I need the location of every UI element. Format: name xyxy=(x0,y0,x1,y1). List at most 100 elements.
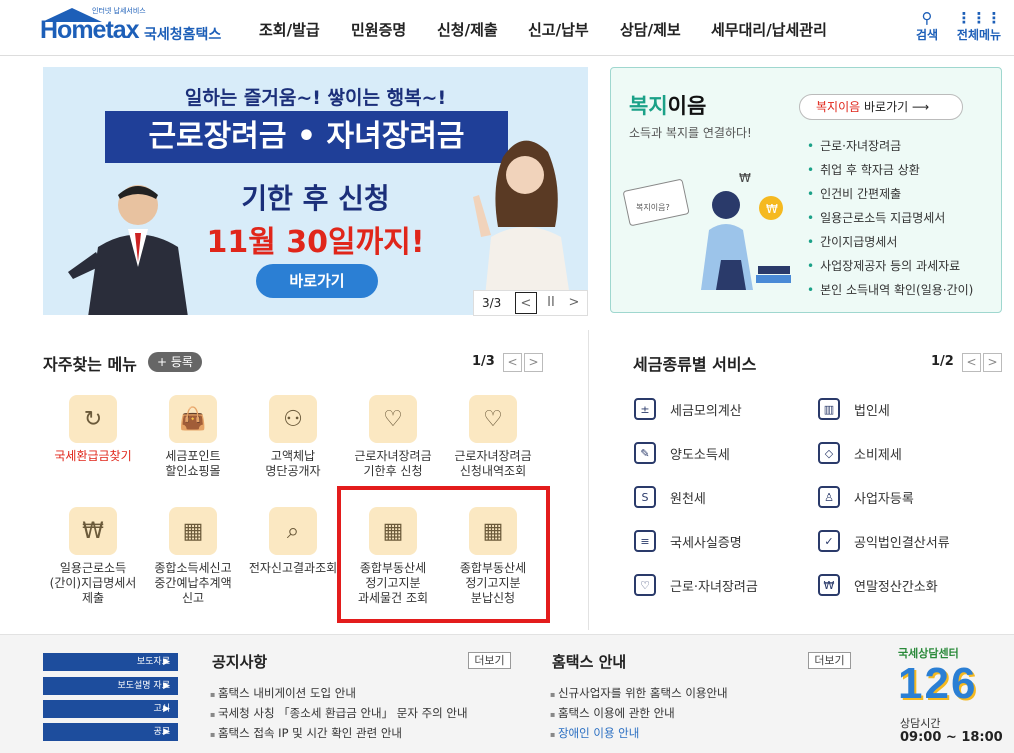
frequent-prev-button[interactable]: < xyxy=(503,353,522,372)
search-doc-icon: ⌕ xyxy=(269,507,317,555)
search-icon: ⚲ xyxy=(921,9,933,27)
tax-next-button[interactable]: > xyxy=(983,353,1002,372)
nav-civil-certificates[interactable]: 민원증명 xyxy=(351,19,406,40)
welfare-item[interactable]: 취업 후 학자금 상환 xyxy=(807,158,973,182)
arrow-right-icon: ▶ xyxy=(163,681,170,691)
tax-calc-link[interactable]: ± 세금모의계산 xyxy=(634,397,758,421)
guide-more-button[interactable]: 더보기 xyxy=(808,652,851,669)
menu-refund-search[interactable]: ↻ 국세환급금찾기 xyxy=(43,395,143,464)
welfare-item[interactable]: 본인 소득내역 확인(일용·간이) xyxy=(807,278,973,302)
menu-delinquent-list[interactable]: ⚇ 고액체납 명단공개자 xyxy=(243,395,343,479)
search-button[interactable]: ⚲ 검색 xyxy=(902,10,952,43)
center-number: 126 xyxy=(898,659,978,708)
building-icon: ▥ xyxy=(818,398,840,420)
press-explanation-link[interactable]: 보도설명 자료 ▶ xyxy=(43,677,178,695)
banner-pause-button[interactable]: II xyxy=(540,292,562,314)
logo-wordmark: Hometax xyxy=(40,16,140,44)
tax-certificate-link[interactable]: ≡ 국세사실증명 xyxy=(634,529,758,553)
calculator-icon: ± xyxy=(634,398,656,420)
notice-title: 공지사항 xyxy=(212,653,268,671)
woman-model-image xyxy=(473,140,573,315)
heart-hand-icon: ♡ xyxy=(469,395,517,443)
welfare-go-button[interactable]: 복지이음 바로가기 ⟶ xyxy=(799,94,963,120)
nav-tax-agent[interactable]: 세무대리/납세관리 xyxy=(711,19,827,40)
salary-doc-icon: S xyxy=(634,486,656,508)
notice-item[interactable]: 홈택스 접속 IP 및 시간 확인 관련 안내 xyxy=(210,723,468,743)
notice-list: 홈택스 내비게이션 도입 안내 국세청 사칭 「종소세 환급금 안내」 문자 주… xyxy=(210,683,468,743)
welfare-item[interactable]: 간이지급명세서 xyxy=(807,230,973,254)
menu-tax-point-mall[interactable]: 👜 세금포인트 할인쇼핑몰 xyxy=(143,395,243,479)
welfare-item[interactable]: 인건비 간편제출 xyxy=(807,182,973,206)
banner-go-button[interactable]: 바로가기 xyxy=(256,264,378,298)
main-banner[interactable]: 일하는 즐거움~! 쌓이는 행복~! 근로장려금 • 자녀장려금 기한 후 신청… xyxy=(43,67,588,315)
year-end-settlement-link[interactable]: ₩ 연말정산간소화 xyxy=(818,573,950,597)
calendar-icon: ▦ xyxy=(169,507,217,555)
nav-report-pay[interactable]: 신고/납부 xyxy=(528,19,589,40)
tax-prev-button[interactable]: < xyxy=(962,353,981,372)
nav-lookup[interactable]: 조회/발급 xyxy=(259,19,320,40)
svg-text:복지이음?: 복지이음? xyxy=(636,202,670,212)
svg-text:₩: ₩ xyxy=(766,202,778,216)
won-chat-icon: ₩ xyxy=(818,574,840,596)
all-menu-button[interactable]: ⋮⋮⋮ 전체메뉴 xyxy=(954,10,1004,43)
person-icon: ♙ xyxy=(818,486,840,508)
business-registration-link[interactable]: ♙ 사업자등록 xyxy=(818,485,950,509)
welfare-panel: 복지이음 소득과 복지를 연결하다! 복지이음 바로가기 ⟶ 복지이음? ₩ ₩… xyxy=(610,67,1002,313)
notice-more-button[interactable]: 더보기 xyxy=(468,652,511,669)
nav-apply-submit[interactable]: 신청/제출 xyxy=(437,19,498,40)
arrow-right-icon: ▶ xyxy=(163,704,170,714)
corporate-tax-link[interactable]: ▥ 법인세 xyxy=(818,397,950,421)
frequent-next-button[interactable]: > xyxy=(524,353,543,372)
welfare-title: 복지이음 xyxy=(629,94,707,118)
document-icon: ≡ xyxy=(634,530,656,552)
money-hand-icon: ₩ xyxy=(69,507,117,555)
welfare-item[interactable]: 일용근로소득 지급명세서 xyxy=(807,206,973,230)
shopping-bag-icon: 👜 xyxy=(169,395,217,443)
welfare-illustration: 복지이음? ₩ ₩ xyxy=(623,171,791,290)
tax-service-left-list: ± 세금모의계산 ✎ 양도소득세 S 원천세 ≡ 국세사실증명 ♡ 근로·자녀장려금 xyxy=(634,397,758,597)
announcement-link[interactable]: 공고 ▶ xyxy=(43,723,178,741)
people-search-icon: ⚇ xyxy=(269,395,317,443)
document-pen-icon: ✎ xyxy=(634,442,656,464)
man-model-image xyxy=(68,185,188,315)
menu-incentive-history[interactable]: ♡ 근로자녀장려금 신청내역조회 xyxy=(443,395,543,479)
guide-item[interactable]: 홈택스 이용에 관한 안내 xyxy=(550,703,728,723)
welfare-item[interactable]: 근로·자녀장려금 xyxy=(807,134,973,158)
arrow-right-icon: ▶ xyxy=(163,727,170,737)
capital-gains-tax-link[interactable]: ✎ 양도소득세 xyxy=(634,441,758,465)
tax-service-right-list: ▥ 법인세 ◇ 소비제세 ♙ 사업자등록 ✓ 공익법인결산서류 ₩ 연말정산간소화 xyxy=(818,397,950,597)
guide-item[interactable]: 장애인 이용 안내 xyxy=(550,723,728,743)
tax-page-indicator: 1/2 xyxy=(931,354,954,369)
incentive-link[interactable]: ♡ 근로·자녀장려금 xyxy=(634,573,758,597)
search-label: 검색 xyxy=(915,28,939,42)
svg-text:₩: ₩ xyxy=(739,171,751,185)
banner-next-button[interactable]: > xyxy=(563,292,585,314)
welfare-item[interactable]: 사업장제공자 등의 과세자료 xyxy=(807,254,973,278)
consumption-tax-link[interactable]: ◇ 소비제세 xyxy=(818,441,950,465)
menu-income-tax-interim[interactable]: ▦ 종합소득세신고 중간예납추계액 신고 xyxy=(143,507,243,606)
menu-daily-worker-statement[interactable]: ₩ 일용근로소득 (간이)지급명세서 제출 xyxy=(43,507,143,606)
all-menu-label: 전체메뉴 xyxy=(956,28,1002,42)
banner-page-indicator: 3/3 xyxy=(482,296,502,310)
nav-consult-report[interactable]: 상담/제보 xyxy=(620,19,681,40)
register-button[interactable]: + 등록 xyxy=(148,352,202,372)
withholding-tax-link[interactable]: S 원천세 xyxy=(634,485,758,509)
grid-menu-icon: ⋮⋮⋮ xyxy=(956,9,1002,27)
frequent-page-indicator: 1/3 xyxy=(472,354,495,369)
press-release-link[interactable]: 보도자료 ▶ xyxy=(43,653,178,671)
guide-item[interactable]: 신규사업자를 위한 홈택스 이용안내 xyxy=(550,683,728,703)
hours-label: 상담시간 xyxy=(900,717,941,730)
notice-item[interactable]: 국세청 사칭 「종소세 환급금 안내」 문자 주의 안내 xyxy=(210,703,468,723)
refund-icon: ↻ xyxy=(69,395,117,443)
banner-prev-button[interactable]: < xyxy=(515,292,537,314)
highlight-box xyxy=(337,486,550,623)
consult-center: 국세상담센터 126 상담시간 09:00 ~ 18:00 xyxy=(890,645,1012,753)
frequent-menu-title: 자주찾는 메뉴 xyxy=(43,355,137,374)
welfare-list: 근로·자녀장려금 취업 후 학자금 상환 인건비 간편제출 일용근로소득 지급명… xyxy=(807,134,973,302)
menu-incentive-late-apply[interactable]: ♡ 근로자녀장려금 기한후 신청 xyxy=(343,395,443,479)
notification-link[interactable]: 고시 ▶ xyxy=(43,700,178,718)
hometax-logo[interactable]: 인터넷 납세서비스 Hometax 국세청홈택스 xyxy=(40,6,230,48)
menu-e-filing-result[interactable]: ⌕ 전자신고결과조회 xyxy=(243,507,343,576)
notice-item[interactable]: 홈택스 내비게이션 도입 안내 xyxy=(210,683,468,703)
public-corp-docs-link[interactable]: ✓ 공익법인결산서류 xyxy=(818,529,950,553)
